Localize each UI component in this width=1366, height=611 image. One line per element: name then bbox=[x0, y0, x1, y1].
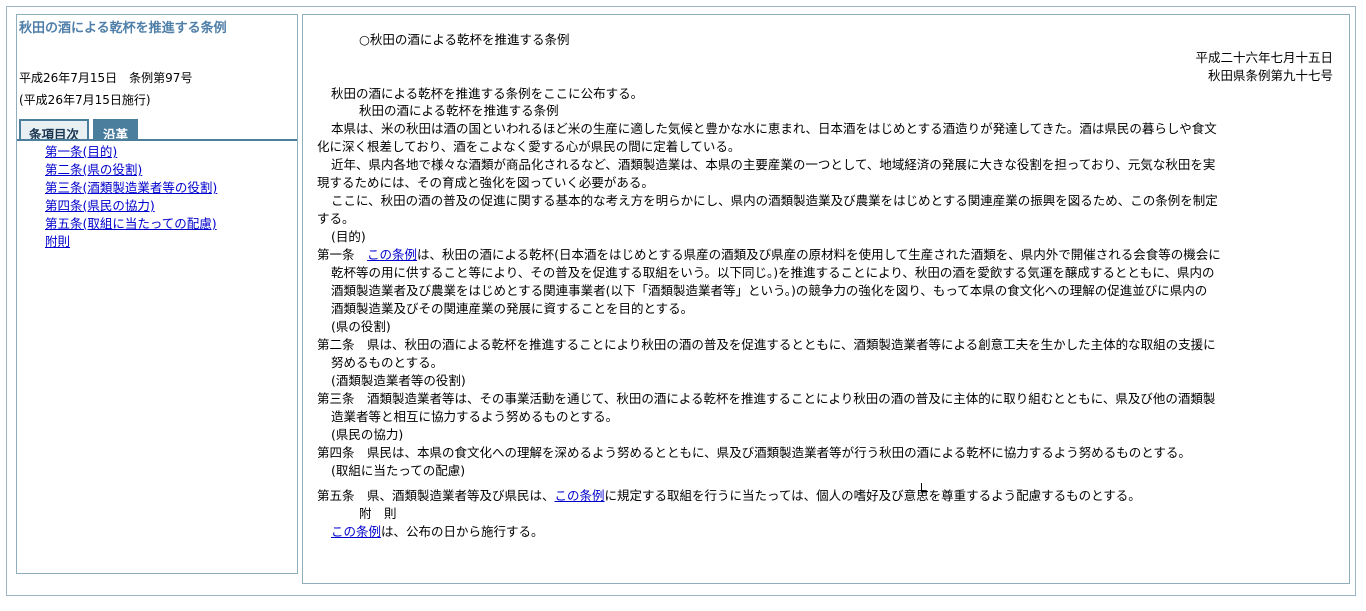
preamble-line: 本県は、米の秋田は酒の国といわれるほど米の生産に適した気候と豊かな水に恵まれ、日… bbox=[331, 121, 1217, 136]
toc-link-article-3[interactable]: 第三条(酒類製造業者等の役割) bbox=[45, 180, 217, 195]
preamble-line: 現するためには、その育成と強化を図っていく必要がある。 bbox=[317, 175, 654, 190]
article-5-text-post: に規定する取組を行うに当たっては、個人の嗜好及び意思を尊重するよう配慮するものと… bbox=[604, 488, 1141, 503]
this-ordinance-link[interactable]: この条例 bbox=[331, 524, 381, 539]
article-1-line: 乾杯等の用に供すること等により、その普及を促進する取組をいう。以下同じ。)を推進… bbox=[331, 265, 1215, 280]
text-cursor-icon bbox=[921, 483, 928, 492]
supplementary-heading: 附 則 bbox=[359, 506, 397, 521]
article-2-line: 第二条 県は、秋田の酒による乾杯を推進することにより秋田の酒の普及を促進するとと… bbox=[317, 337, 1216, 352]
article-2-line: 努めるものとする。 bbox=[331, 355, 444, 370]
article-1-label: 第一条 bbox=[317, 247, 355, 262]
toc-list: 第一条(目的) 第二条(県の役割) 第三条(酒類製造業者等の役割) 第四条(県民… bbox=[45, 143, 217, 251]
this-ordinance-link[interactable]: この条例 bbox=[555, 488, 605, 503]
supplementary-text: は、公布の日から施行する。 bbox=[381, 524, 544, 539]
preamble-line: 化に深く根差しており、酒をこよなく愛する心が県民の間に定着している。 bbox=[317, 139, 741, 154]
article-5-line: 第五条 県、酒類製造業者等及び県民は、この条例に規定する取組を行うに当たっては、… bbox=[317, 487, 1141, 505]
panel-tabs: 条項目次 沿革 bbox=[19, 119, 139, 142]
article-5-caption: (取組に当たっての配慮) bbox=[331, 463, 466, 478]
toc-box: 第一条(目的) 第二条(県の役割) 第三条(酒類製造業者等の役割) 第四条(県民… bbox=[17, 139, 297, 573]
document-title: 秋田の酒による乾杯を推進する条例 bbox=[359, 103, 559, 118]
article-5-text-pre: 第五条 県、酒類製造業者等及び県民は、 bbox=[317, 488, 555, 503]
toc-link-article-1[interactable]: 第一条(目的) bbox=[45, 144, 117, 159]
document-content: ○秋田の酒による乾杯を推進する条例 平成二十六年七月十五日 秋田県条例第九十七号… bbox=[302, 14, 1350, 584]
preamble-line: する。 bbox=[317, 211, 355, 226]
toc-item: 附則 bbox=[45, 233, 217, 251]
tab-history[interactable]: 沿革 bbox=[93, 119, 139, 142]
supplementary-line: この条例は、公布の日から施行する。 bbox=[331, 523, 544, 541]
article-3-line: 第三条 酒類製造業者等は、その事業活動を通じて、秋田の酒による乾杯を推進すること… bbox=[317, 391, 1216, 406]
document-heading: ○秋田の酒による乾杯を推進する条例 bbox=[359, 32, 570, 47]
article-3-line: 造業者等と相互に協力するよう努めるものとする。 bbox=[331, 409, 619, 424]
promulgation-date: 平成二十六年七月十五日 bbox=[1195, 50, 1333, 65]
toc-link-article-2[interactable]: 第二条(県の役割) bbox=[45, 162, 142, 177]
ordinance-date-number: 平成26年7月15日 条例第97号 bbox=[19, 71, 193, 85]
article-1-line: 酒類製造業及びその関連産業の発展に資することを目的とする。 bbox=[331, 301, 694, 316]
article-3-caption: (酒類製造業者等の役割) bbox=[331, 373, 466, 388]
article-2-caption: (県の役割) bbox=[331, 319, 391, 334]
preamble-line: 近年、県内各地で様々な酒類が商品化されるなど、酒類製造業は、本県の主要産業の一つ… bbox=[331, 157, 1216, 172]
article-1-text: は、秋田の酒による乾杯(日本酒をはじめとする県産の酒類及び県産の原材料を使用して… bbox=[417, 247, 1221, 262]
toc-panel: 秋田の酒による乾杯を推進する条例 平成26年7月15日 条例第97号 (平成26… bbox=[16, 14, 298, 574]
toc-link-article-5[interactable]: 第五条(取組に当たっての配慮) bbox=[45, 216, 217, 231]
article-1-line: 第一条 この条例は、秋田の酒による乾杯(日本酒をはじめとする県産の酒類及び県産の… bbox=[317, 246, 1221, 264]
ordinance-title: 秋田の酒による乾杯を推進する条例 bbox=[19, 21, 227, 36]
toc-item: 第四条(県民の協力) bbox=[45, 197, 217, 215]
tab-articles-toc[interactable]: 条項目次 bbox=[19, 119, 90, 142]
article-1-line: 酒類製造業者及び農業をはじめとする関連事業者(以下「酒類製造業者等」という。)の… bbox=[331, 283, 1208, 298]
toc-item: 第五条(取組に当たっての配慮) bbox=[45, 215, 217, 233]
toc-link-supplementary[interactable]: 附則 bbox=[45, 234, 70, 249]
toc-item: 第三条(酒類製造業者等の役割) bbox=[45, 179, 217, 197]
ordinance-number: 秋田県条例第九十七号 bbox=[1207, 68, 1333, 83]
article-1-caption: (目的) bbox=[331, 229, 366, 244]
article-4-caption: (県民の協力) bbox=[331, 427, 404, 442]
article-4-line: 第四条 県民は、本県の食文化への理解を深めるよう努めるとともに、県及び酒類製造業… bbox=[317, 445, 1191, 460]
toc-link-article-4[interactable]: 第四条(県民の協力) bbox=[45, 198, 155, 213]
promulgation-statement: 秋田の酒による乾杯を推進する条例をここに公布する。 bbox=[331, 86, 644, 101]
toc-item: 第二条(県の役割) bbox=[45, 161, 217, 179]
this-ordinance-link[interactable]: この条例 bbox=[367, 247, 417, 262]
toc-item: 第一条(目的) bbox=[45, 143, 217, 161]
ordinance-effective-date: (平成26年7月15日施行) bbox=[19, 93, 151, 107]
preamble-line: ここに、秋田の酒の普及の促進に関する基本的な考え方を明らかにし、県内の酒類製造業… bbox=[331, 193, 1218, 208]
